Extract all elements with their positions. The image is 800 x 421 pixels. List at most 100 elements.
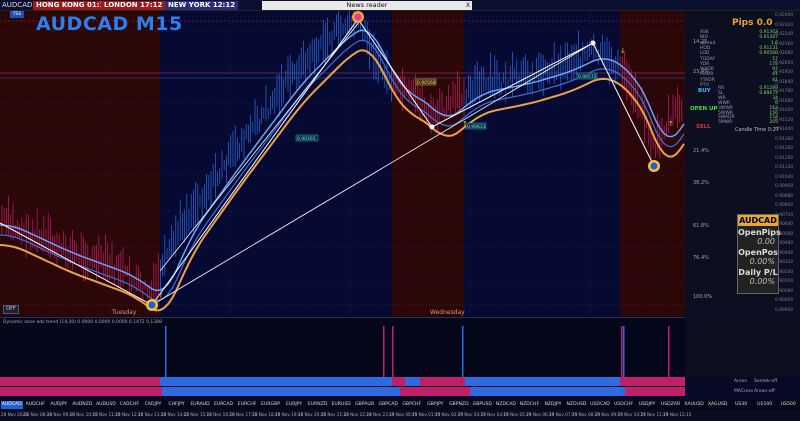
price-tick: 0.91360 [775,136,794,142]
account-box: AUDCAD OpenPips 0.00 OpenPos 0.00% Daily… [737,214,781,294]
strip-segment [0,377,160,386]
open-up-signal: OPEN UP [690,106,718,112]
symbol-button-gbpnzd[interactable]: GBPNZD [448,401,470,409]
symbol-button-us30[interactable]: US30 [730,401,752,409]
fib-level-tick: 76.4% [693,255,709,261]
symbol-button-audcad[interactable]: AUDCAD [1,401,23,409]
symbol-button-gbpaud[interactable]: GBPAUD [354,401,376,409]
symbol-button-nzdusd[interactable]: NZDUSD [566,401,588,409]
indicator-bar [383,326,385,378]
fib-level-tick: 100.0% [693,294,713,300]
symbol-button-gbpchf[interactable]: GBPCHF [401,401,423,409]
symbol-button-usdcad[interactable]: USDCAD [589,401,611,409]
symbol-button-usdzar[interactable]: USDZAR [660,401,682,409]
day-label-tuesday: Tuesday [112,309,137,316]
symbol-button-us100[interactable]: US100 [754,401,776,409]
price-box: 0.90633 [465,122,487,130]
symbol-button-usdjpy[interactable]: USDJPY [636,401,658,409]
fib-level-tick: 38.2% [693,180,709,186]
up-arrow-icon: ↑ [158,292,164,300]
strip2-label: MACross [734,389,754,394]
indicator-panel[interactable]: Dynamic zone adx trend (14,30) 0.0000 0.… [0,317,685,378]
fib-level-tick: 61.8% [693,223,709,229]
buy-signal[interactable]: BUY [698,88,711,94]
indicator-bar [392,326,394,378]
symbol-button-xauusd[interactable]: XAUUSD [683,401,705,409]
price-tick: 0.89920 [775,307,794,313]
strip-segment [405,377,420,386]
strip-segment [400,387,470,396]
symbol-button-gbpcad[interactable]: GBPCAD [377,401,399,409]
strip-segment [162,387,400,396]
open-pos-value: 0.00% [749,257,775,266]
template-tab[interactable]: TSS [10,11,24,18]
candle-time: Candle Time 0:27 [735,127,779,133]
symbol-button-eurchf[interactable]: EURCHF [236,401,258,409]
symbol-button-nzdchf[interactable]: NZDCHF [519,401,541,409]
symbol-button-eurnzd[interactable]: EURNZD [307,401,329,409]
indicator-histogram [165,326,670,378]
trading-terminal: AUDCAD,M15 HONG KONG 01:12 LONDON 17:12 … [0,0,800,421]
symbol-button-eurgbp[interactable]: EURGBP [260,401,282,409]
candle-time-label: Candle Time [735,127,767,133]
swing-point [429,124,435,130]
svg-text:0.90633: 0.90633 [467,124,486,130]
off-button[interactable]: OFF [3,305,19,314]
symbol-button-us500[interactable]: US500 [777,401,799,409]
symbol-button-eurcad[interactable]: EURCAD [213,401,235,409]
macross-strip [0,387,685,396]
close-icon[interactable]: X [466,1,470,10]
symbol-button-audusd[interactable]: AUDUSD [95,401,117,409]
symbol-button-usdchf[interactable]: USDCHF [613,401,635,409]
strip-segment [160,377,392,386]
symbol-button-audnzd[interactable]: AUDNZD [72,401,94,409]
symbol-button-cadjpy[interactable]: CADJPY [142,401,164,409]
sl-key: 5MWR [718,120,733,126]
symbol-button-nzdjpy[interactable]: NZDJPY [542,401,564,409]
symbol-button-audchf[interactable]: AUDCHF [25,401,47,409]
indicator-bar [462,326,464,378]
symbol-button-eurusd[interactable]: EURUSD [330,401,352,409]
clock-london: LONDON 17:12 [101,1,166,10]
candle-time-value: 0:27 [767,127,780,133]
daily-pl-value: 0.00% [749,277,775,286]
symbol-button-audjpy[interactable]: AUDJPY [48,401,70,409]
strip-segment [392,377,405,386]
symbol-button-chfjpy[interactable]: CHFJPY [166,401,188,409]
price-tick: 0.90960 [775,184,794,189]
strip-segment [420,377,465,386]
pips-readout: Pips 0.0 [732,18,773,28]
price-box: 0.90303 [295,134,319,142]
price-chart[interactable]: ↑ ↑ ↑ ↓ 0.90303 0.90568 0.90633 0.90572 [0,11,685,316]
symbol-button-gbpjpy[interactable]: GBPJPY [425,401,447,409]
strip-segment [620,377,685,386]
strip1-label: Aroon [734,379,748,384]
price-tick: 0.91040 [775,174,794,180]
day-label-wednesday: Wednesday [430,309,465,316]
aroon-strip [0,377,685,386]
session-zone-2 [392,11,464,316]
price-tick: 0.91280 [775,146,794,151]
symbol-button-gbpusd[interactable]: GBPUSD [472,401,494,409]
news-reader-bar[interactable]: News reader X [262,1,472,10]
sl-row: 5MWR 205 [718,120,778,126]
symbol-button-eurjpy[interactable]: EURJPY [283,401,305,409]
strip2-right-label: Aroon-off [754,389,775,394]
symbol-button-nzdcad[interactable]: NZDCAD [495,401,517,409]
news-reader-label: News reader [346,1,388,9]
top-bar: AUDCAD,M15 HONG KONG 01:12 LONDON 17:12 … [0,0,800,11]
fib-level-tick: 21.4% [693,148,709,154]
account-symbol: AUDCAD [738,215,778,226]
indicator-bar [623,326,625,378]
daily-pl-label: Daily P/L [738,268,778,277]
indicator-bar [668,326,670,378]
symbol-button-xagusd[interactable]: XAGUSD [707,401,729,409]
price-tick: 0.91200 [775,155,794,161]
sell-signal[interactable]: SELL [696,124,711,130]
chart-title: AUDCAD M15 [36,13,183,35]
price-tick: 0.92320 [775,22,794,28]
open-pips-label: OpenPips [738,228,781,237]
symbol-button-cadchf[interactable]: CADCHF [119,401,141,409]
symbol-button-euraud[interactable]: EURAUD [189,401,211,409]
strip-segment [625,387,685,396]
